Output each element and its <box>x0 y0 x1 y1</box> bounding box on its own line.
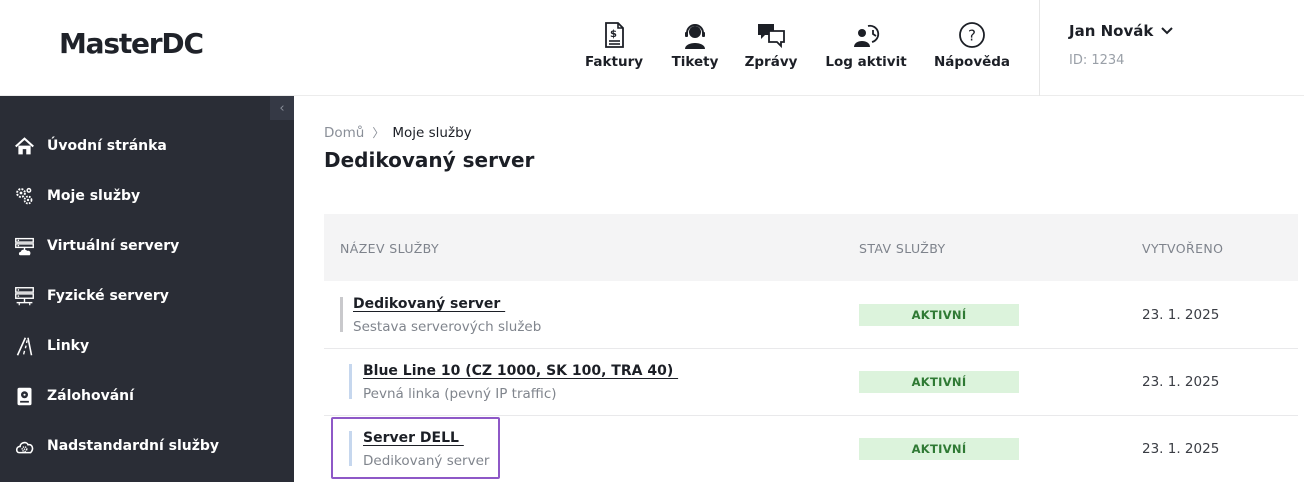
nav-messages-label: Zprávy <box>744 54 798 70</box>
table-row[interactable]: Server DELL Dedikovaný server AKTIVNÍ 23… <box>324 416 1298 482</box>
table-header: NÁZEV SLUŽBY STAV SLUŽBY VYTVOŘENO <box>324 214 1298 281</box>
invoice-icon: $ <box>605 22 624 48</box>
row-hierarchy-bar <box>349 431 352 466</box>
nav-activity-log[interactable]: Log aktivit <box>825 20 907 70</box>
sidebar-collapse-button[interactable]: ‹ <box>270 96 294 120</box>
help-icon: ? <box>959 22 985 48</box>
cloud-settings-icon <box>15 441 34 453</box>
user-menu[interactable]: Jan Novák <box>1069 22 1174 40</box>
column-header-created[interactable]: VYTVOŘENO <box>1142 241 1223 256</box>
service-name-link[interactable]: Server DELL <box>363 430 464 446</box>
sidebar-item-virtual-servers[interactable]: Virtuální servery <box>14 232 284 260</box>
nav-activity-log-label: Log aktivit <box>825 54 907 70</box>
status-badge: AKTIVNÍ <box>859 438 1019 460</box>
sidebar-item-label: Moje služby <box>47 188 141 204</box>
column-header-service-name[interactable]: NÁZEV SLUŽBY <box>340 241 439 256</box>
status-badge: AKTIVNÍ <box>859 304 1019 326</box>
sidebar: ‹ Úvodní stránka Moje služby Virtuální s… <box>0 96 294 482</box>
row-hierarchy-bar <box>340 297 343 332</box>
user-name: Jan Novák <box>1069 22 1154 40</box>
chevron-down-icon <box>1161 27 1174 35</box>
sidebar-item-home[interactable]: Úvodní stránka <box>14 132 284 160</box>
sidebar-item-physical-servers[interactable]: Fyzické servery <box>14 282 284 310</box>
service-name-link[interactable]: Dedikovaný server <box>353 296 505 312</box>
created-date: 23. 1. 2025 <box>1142 441 1220 457</box>
sidebar-item-backup[interactable]: Zálohování <box>14 382 284 410</box>
virtual-server-icon <box>15 237 34 255</box>
svg-text:$: $ <box>610 29 617 40</box>
nav-help[interactable]: ? Nápověda <box>934 20 1010 70</box>
status-badge: AKTIVNÍ <box>859 371 1019 393</box>
sidebar-item-lines[interactable]: Linky <box>14 332 284 360</box>
sidebar-item-my-services[interactable]: Moje služby <box>14 182 284 210</box>
sidebar-item-label: Nadstandardní služby <box>47 438 220 454</box>
nav-invoices-label: Faktury <box>584 54 644 70</box>
nav-help-label: Nápověda <box>933 54 1011 70</box>
physical-server-icon <box>15 286 34 305</box>
breadcrumb-current: Moje služby <box>392 124 472 141</box>
support-agent-icon <box>685 24 705 49</box>
table-row[interactable]: Blue Line 10 (CZ 1000, SK 100, TRA 40) P… <box>324 349 1298 416</box>
breadcrumb: Domů 〉 Moje služby <box>324 124 472 141</box>
row-hierarchy-bar <box>349 364 352 399</box>
sidebar-item-premium-services[interactable]: Nadstandardní služby <box>14 432 284 460</box>
backup-drive-icon <box>17 387 32 405</box>
activity-log-icon <box>854 24 880 47</box>
sidebar-item-label: Virtuální servery <box>47 238 180 254</box>
masterdc-logo[interactable]: MasterDC <box>59 27 204 60</box>
created-date: 23. 1. 2025 <box>1142 307 1220 323</box>
breadcrumb-separator-icon: 〉 <box>372 126 385 140</box>
nav-tickets[interactable]: Tikety <box>671 20 719 70</box>
header-divider <box>1039 0 1040 96</box>
breadcrumb-home-link[interactable]: Domů <box>324 125 364 141</box>
gears-icon <box>16 187 33 204</box>
sidebar-item-label: Linky <box>47 338 90 354</box>
column-header-service-status[interactable]: STAV SLUŽBY <box>859 241 946 256</box>
service-subtitle: Sestava serverových služeb <box>353 319 542 335</box>
service-subtitle: Dedikovaný server <box>363 453 490 469</box>
service-name-link[interactable]: Blue Line 10 (CZ 1000, SK 100, TRA 40) <box>363 363 678 379</box>
service-subtitle: Pevná linka (pevný IP traffic) <box>363 386 557 402</box>
sidebar-item-label: Úvodní stránka <box>47 138 167 154</box>
nav-invoices[interactable]: $ Faktury <box>585 20 643 70</box>
road-icon <box>16 336 33 356</box>
chat-bubbles-icon <box>758 24 785 49</box>
top-header: MasterDC $ Faktury Tikety Zprávy Log akt… <box>0 0 1304 96</box>
sidebar-item-label: Zálohování <box>47 388 134 404</box>
nav-messages[interactable]: Zprávy <box>745 20 797 70</box>
created-date: 23. 1. 2025 <box>1142 374 1220 390</box>
home-icon <box>15 136 34 154</box>
user-id: ID: 1234 <box>1069 53 1125 68</box>
sidebar-item-label: Fyzické servery <box>47 288 169 304</box>
nav-tickets-label: Tikety <box>671 54 719 70</box>
table-row[interactable]: Dedikovaný server Sestava serverových sl… <box>324 282 1298 349</box>
svg-text:?: ? <box>968 27 976 45</box>
page-title: Dedikovaný server <box>324 148 535 172</box>
